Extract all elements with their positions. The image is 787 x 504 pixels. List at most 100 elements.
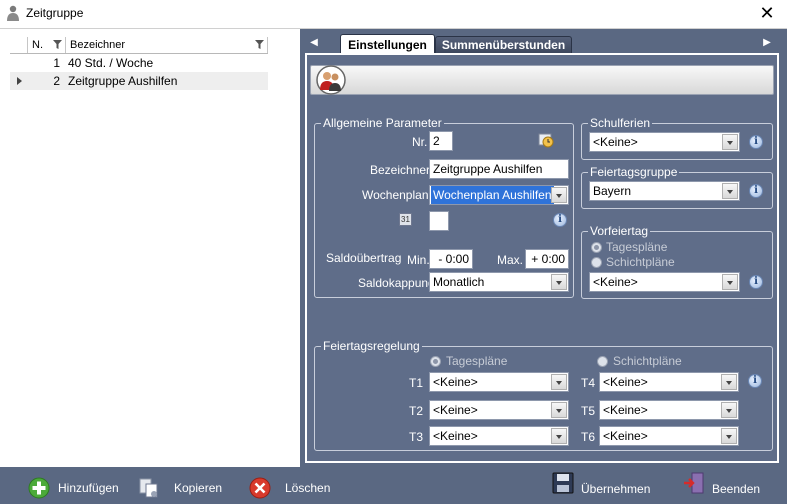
- t2-value: <Keine>: [433, 403, 478, 417]
- tab-scroll-left-icon[interactable]: ◀: [308, 36, 320, 50]
- copy-button[interactable]: Kopieren: [138, 475, 223, 501]
- add-button-label: Hinzufügen: [58, 481, 119, 495]
- app-user-icon: [7, 5, 19, 21]
- grid-header: N. Bezeichner: [10, 37, 268, 54]
- t6-label: T6: [581, 430, 596, 444]
- chevron-down-icon[interactable]: [721, 374, 737, 390]
- schulferien-value: <Keine>: [593, 135, 638, 149]
- exit-button[interactable]: Beenden: [683, 470, 763, 496]
- wochenplan-label: Wochenplan: [362, 188, 429, 202]
- t1-select[interactable]: <Keine>: [429, 372, 569, 392]
- t3-label: T3: [409, 430, 424, 444]
- title-bar: Zeitgruppe ✕: [0, 0, 787, 29]
- schulferien-legend: Schulferien: [590, 116, 651, 130]
- row-name: Zeitgruppe Aushilfen: [68, 74, 178, 88]
- tab-bar: ◀ Einstellungen Summenüberstunden ▶: [305, 34, 779, 54]
- footer-toolbar: Hinzufügen Kopieren Löschen Übernehmen B…: [0, 467, 787, 504]
- row-number: 2: [53, 74, 60, 88]
- wochenplan-select[interactable]: Wochenplan Aushilfen: [429, 185, 569, 205]
- t4-select[interactable]: <Keine>: [599, 372, 739, 392]
- chevron-down-icon[interactable]: [551, 402, 567, 418]
- close-button[interactable]: ✕: [747, 0, 787, 29]
- color-field[interactable]: [429, 211, 449, 231]
- chevron-down-icon[interactable]: [551, 428, 567, 444]
- settings-panel: Allgemeine Parameter Nr. 2 Bezeichner Ze…: [305, 53, 779, 463]
- filter-icon[interactable]: [53, 40, 62, 49]
- delete-button[interactable]: Löschen: [249, 475, 331, 501]
- calendar-icon[interactable]: 31: [399, 213, 412, 226]
- add-icon: [28, 477, 50, 499]
- chevron-down-icon[interactable]: [722, 274, 738, 290]
- wochenplan-value: Wochenplan Aushilfen: [431, 186, 554, 204]
- nr-label: Nr.: [412, 135, 428, 149]
- clock-calendar-icon[interactable]: [538, 132, 554, 148]
- chevron-down-icon[interactable]: [551, 187, 567, 203]
- t1-label: T1: [409, 376, 424, 390]
- nr-field[interactable]: 2: [429, 131, 453, 151]
- t6-select[interactable]: <Keine>: [599, 426, 739, 446]
- table-row[interactable]: 1 40 Std. / Woche: [10, 54, 268, 72]
- info-icon[interactable]: i: [749, 184, 763, 198]
- tab-einstellungen[interactable]: Einstellungen: [340, 34, 435, 54]
- zeitgruppe-grid: N. Bezeichner 1 40 Std. / Woche 2 Zeitgr…: [10, 37, 268, 90]
- t2-label: T2: [409, 404, 424, 418]
- saldokappung-label: Saldokappung: [358, 276, 435, 290]
- bezeichner-field[interactable]: Zeitgruppe Aushilfen: [429, 159, 569, 179]
- copy-button-label: Kopieren: [174, 481, 223, 495]
- exit-button-label: Beenden: [712, 482, 761, 496]
- t2-select[interactable]: <Keine>: [429, 400, 569, 420]
- header-strip: [310, 65, 774, 95]
- user-group-icon: [316, 65, 346, 95]
- t5-select[interactable]: <Keine>: [599, 400, 739, 420]
- column-header-bezeichner-label: Bezeichner: [70, 39, 126, 51]
- feiertag-tagesplaene-radio[interactable]: [430, 356, 441, 367]
- min-field[interactable]: - 0:00: [429, 249, 473, 269]
- column-header-n[interactable]: N.: [28, 37, 66, 53]
- feiertag-schichtplaene-radio[interactable]: [597, 356, 608, 367]
- tab-summenueberstunden[interactable]: Summenüberstunden: [435, 36, 572, 54]
- max-field[interactable]: + 0:00: [525, 249, 569, 269]
- min-label: Min.: [407, 253, 430, 267]
- feiertag-tagesplaene-label: Tagespläne: [446, 354, 508, 368]
- chevron-down-icon[interactable]: [722, 134, 738, 150]
- vorfeiertag-schichtplaene-label: Schichtpläne: [606, 255, 675, 269]
- apply-button[interactable]: Übernehmen: [552, 470, 650, 496]
- feiertag-schichtplaene-label: Schichtpläne: [613, 354, 682, 368]
- vorfeiertag-select[interactable]: <Keine>: [589, 272, 740, 292]
- chevron-down-icon[interactable]: [551, 274, 567, 290]
- feiertagsgruppe-select[interactable]: Bayern: [589, 181, 740, 201]
- save-icon: [552, 472, 574, 494]
- window-title: Zeitgruppe: [26, 6, 84, 20]
- row-indicator: [10, 72, 28, 90]
- info-icon[interactable]: i: [748, 374, 762, 388]
- saldokappung-select[interactable]: Monatlich: [429, 272, 569, 292]
- vorfeiertag-tagesplaene-label: Tagespläne: [606, 240, 668, 254]
- vorfeiertag-schichtplaene-radio[interactable]: [591, 257, 602, 268]
- vorfeiertag-legend: Vorfeiertag: [590, 224, 649, 238]
- delete-icon: [249, 477, 271, 499]
- info-icon[interactable]: i: [749, 275, 763, 289]
- filter-icon[interactable]: [255, 40, 264, 49]
- tab-scroll-right-icon[interactable]: ▶: [761, 36, 773, 50]
- chevron-down-icon[interactable]: [721, 402, 737, 418]
- max-label: Max.: [497, 253, 524, 267]
- t3-value: <Keine>: [433, 429, 478, 443]
- t6-value: <Keine>: [603, 429, 648, 443]
- chevron-down-icon[interactable]: [721, 428, 737, 444]
- schulferien-select[interactable]: <Keine>: [589, 132, 740, 152]
- delete-button-label: Löschen: [285, 481, 331, 495]
- info-icon[interactable]: i: [553, 213, 567, 227]
- feiertagsgruppe-value: Bayern: [593, 184, 632, 198]
- chevron-down-icon[interactable]: [551, 374, 567, 390]
- indicator-column-header: [10, 37, 28, 53]
- feiertagsregelung-legend: Feiertagsregelung: [323, 339, 420, 353]
- chevron-down-icon[interactable]: [722, 183, 738, 199]
- table-row[interactable]: 2 Zeitgruppe Aushilfen: [10, 72, 268, 90]
- t3-select[interactable]: <Keine>: [429, 426, 569, 446]
- row-name: 40 Std. / Woche: [68, 56, 154, 70]
- info-icon[interactable]: i: [749, 135, 763, 149]
- t4-value: <Keine>: [603, 375, 648, 389]
- add-button[interactable]: Hinzufügen: [28, 475, 119, 501]
- column-header-bezeichner[interactable]: Bezeichner: [66, 37, 268, 53]
- vorfeiertag-tagesplaene-radio[interactable]: [591, 242, 602, 253]
